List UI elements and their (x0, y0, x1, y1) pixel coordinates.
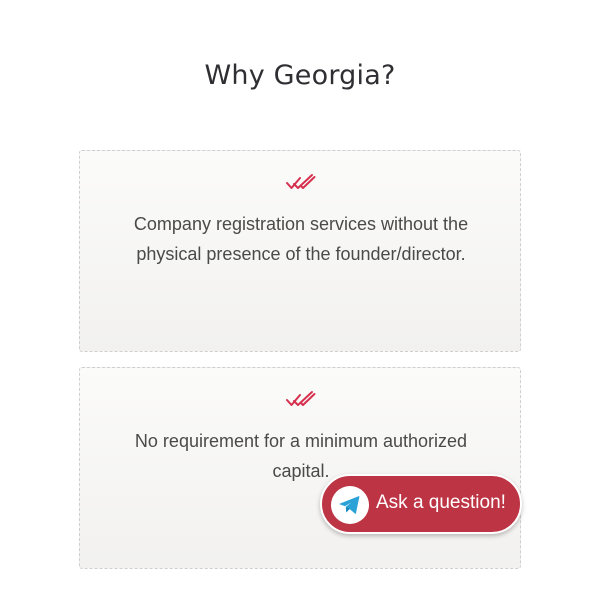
double-check-icon (286, 390, 316, 410)
page: Why Georgia? Company registration servic… (0, 0, 600, 600)
ask-question-label: Ask a question! (376, 492, 506, 513)
feature-card: Company registration services without th… (79, 150, 521, 352)
telegram-icon (331, 486, 369, 524)
section-title: Why Georgia? (204, 60, 396, 91)
feature-card: No requirement for a minimum authorized … (79, 367, 521, 569)
double-check-icon (286, 173, 316, 193)
ask-question-button[interactable]: Ask a question! (320, 474, 522, 534)
feature-card-text: Company registration services without th… (133, 214, 469, 264)
